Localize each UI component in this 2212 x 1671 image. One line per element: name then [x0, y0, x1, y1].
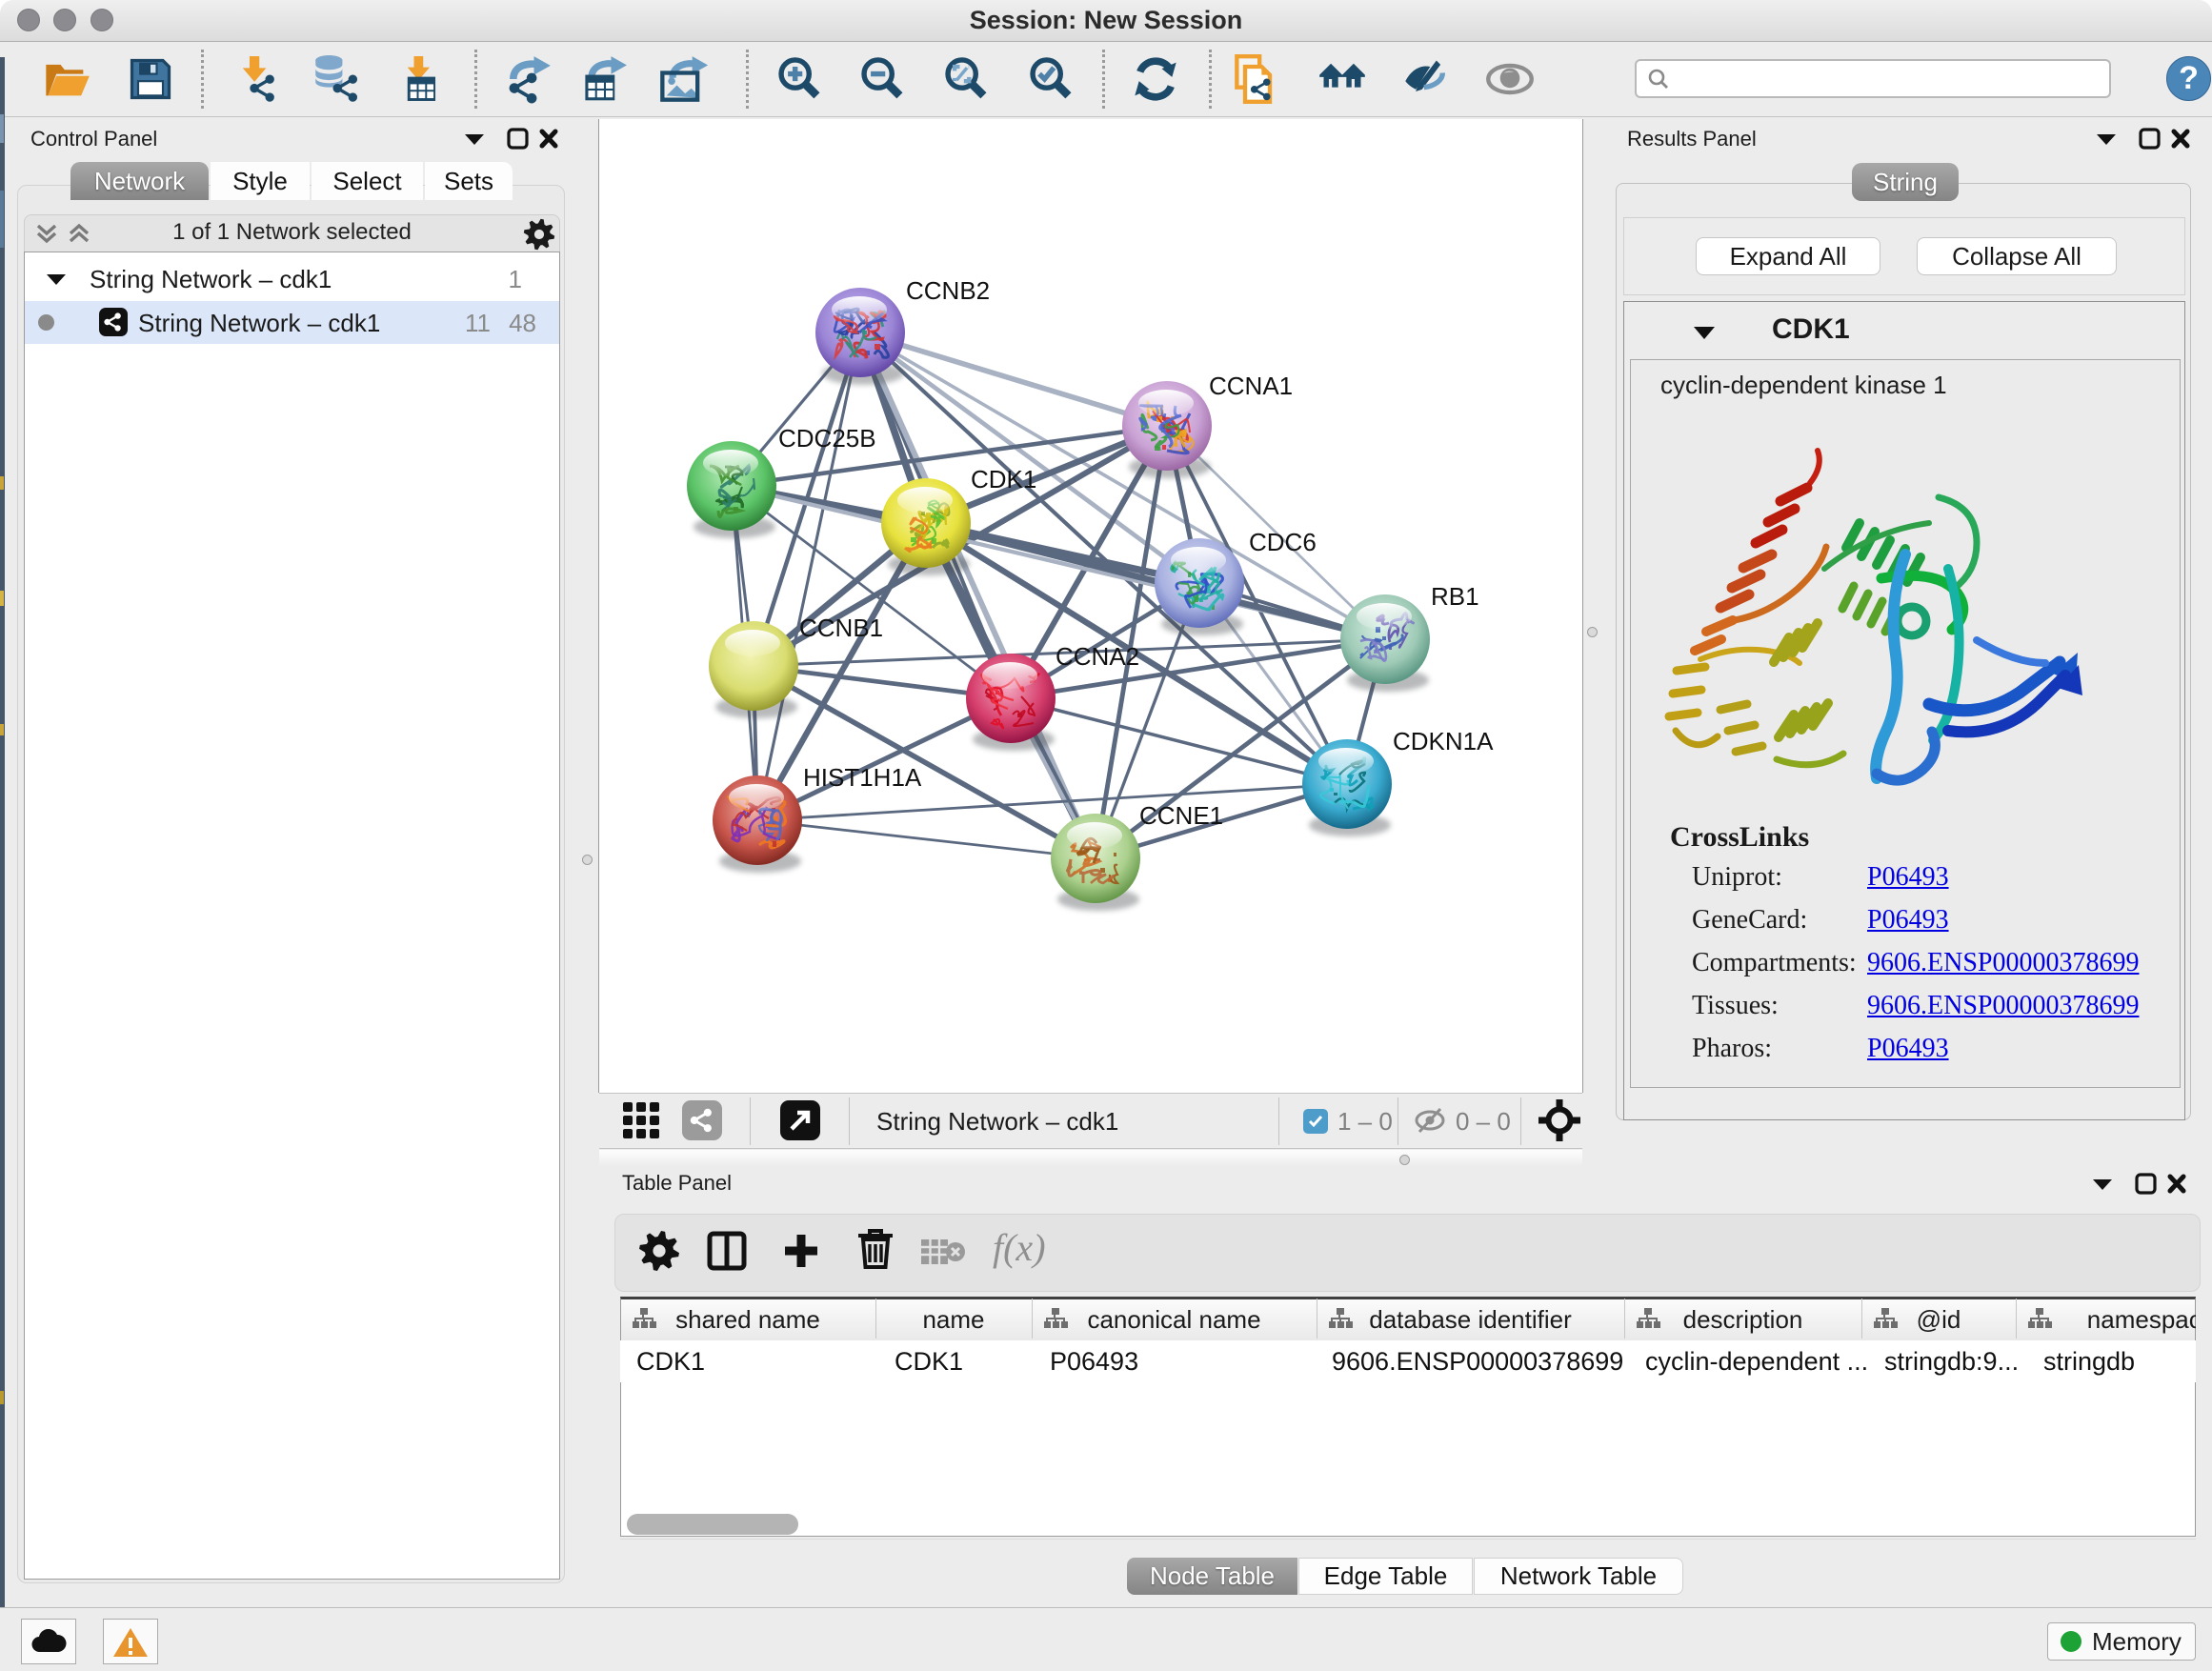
svg-text:RB1: RB1	[1431, 582, 1479, 611]
svg-text:CDC25B: CDC25B	[778, 424, 876, 453]
svg-text:CCNB1: CCNB1	[799, 614, 883, 642]
svg-text:CCNA2: CCNA2	[1056, 642, 1139, 671]
svg-text:CCNB2: CCNB2	[906, 276, 990, 305]
svg-text:CDK1: CDK1	[971, 465, 1036, 493]
svg-text:CCNA1: CCNA1	[1209, 372, 1293, 400]
svg-text:HIST1H1A: HIST1H1A	[803, 763, 922, 792]
svg-text:CDKN1A: CDKN1A	[1393, 727, 1494, 755]
svg-text:CDC6: CDC6	[1249, 528, 1317, 556]
svg-text:CCNE1: CCNE1	[1139, 801, 1223, 830]
